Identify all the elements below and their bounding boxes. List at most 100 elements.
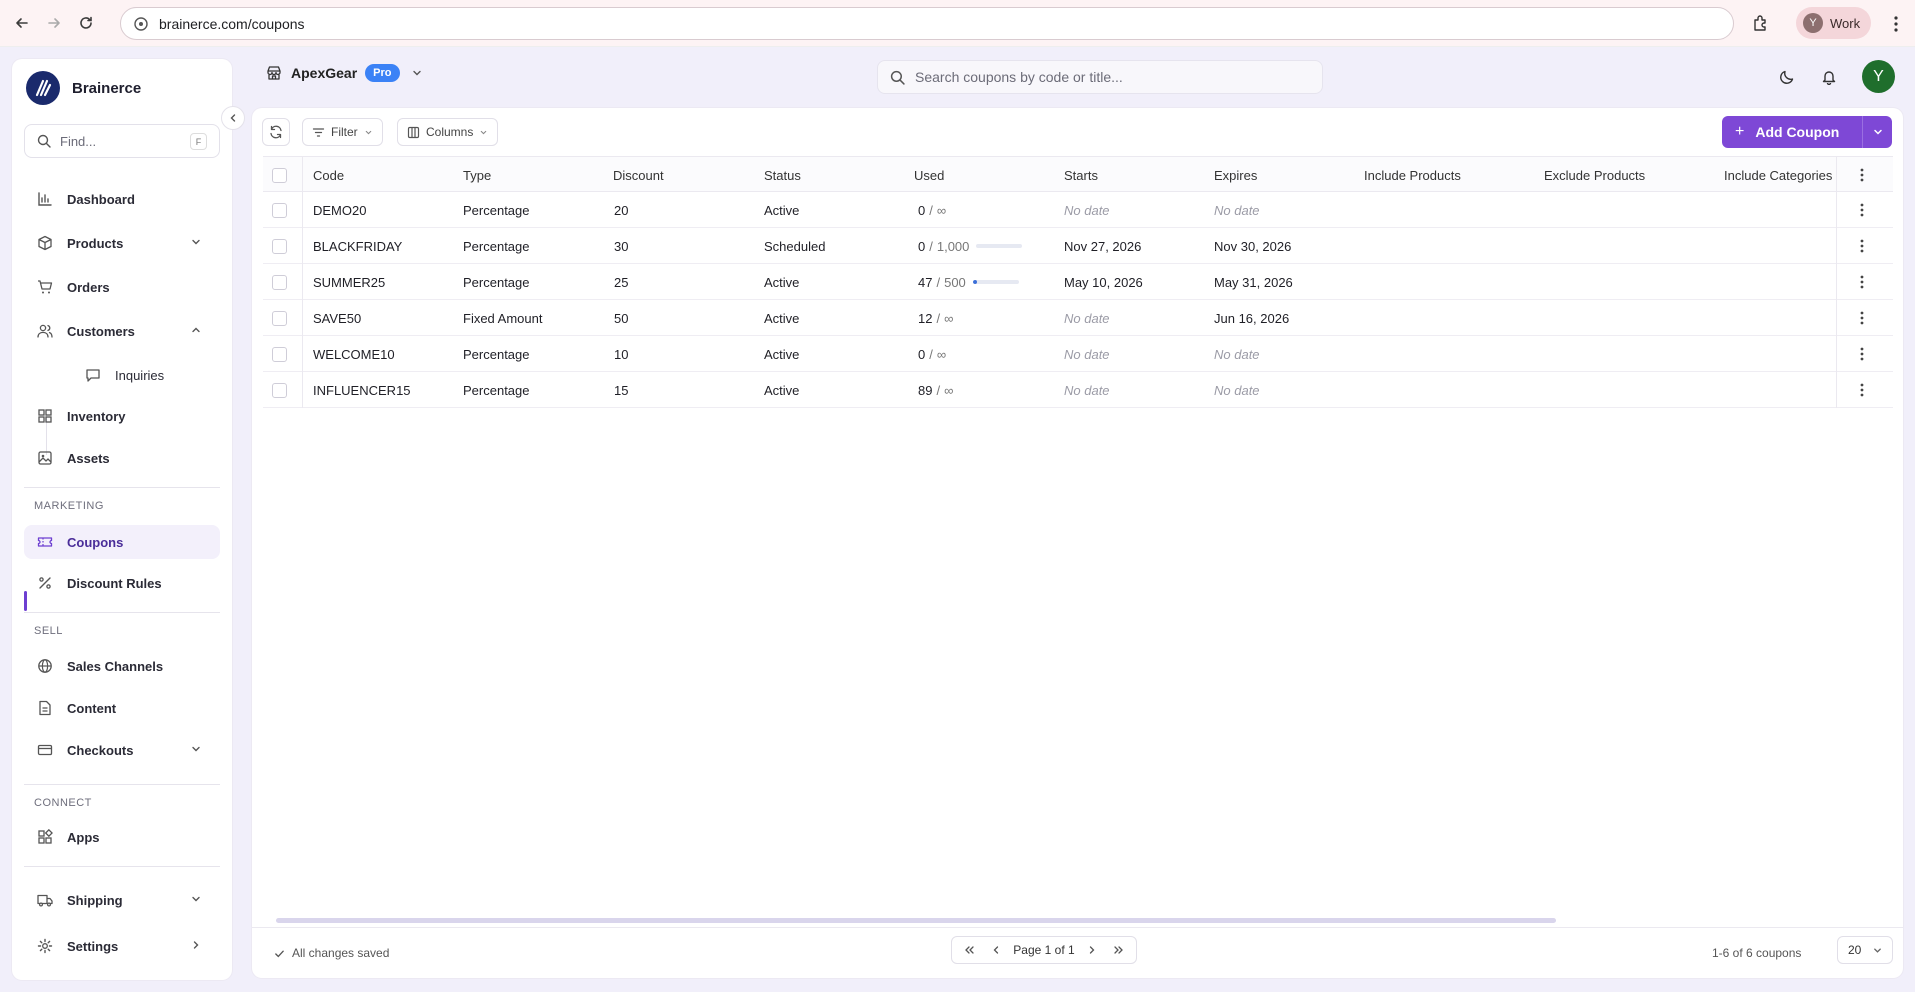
row-actions-button[interactable] <box>1853 345 1871 363</box>
horizontal-scrollbar[interactable] <box>276 918 1556 923</box>
sidebar-item-discount-rules[interactable]: Discount Rules <box>24 566 220 600</box>
sidebar-item-label: Inquiries <box>115 367 165 383</box>
row-actions-button[interactable] <box>1853 201 1871 219</box>
filter-button[interactable]: Filter <box>302 118 383 146</box>
notifications-button[interactable] <box>1817 65 1841 89</box>
table-row[interactable]: INFLUENCER15 Percentage 15 Active 89/∞ No dat… <box>263 372 1893 408</box>
site-info-icon[interactable] <box>133 16 149 32</box>
row-checkbox[interactable] <box>272 347 287 362</box>
result-count: 1-6 of 6 coupons <box>1712 946 1802 960</box>
row-actions-button[interactable] <box>1853 237 1871 255</box>
select-all-checkbox[interactable] <box>272 168 287 183</box>
column-header-used[interactable]: Used <box>914 157 944 193</box>
coupons-table: Code Type Discount Status Used Starts Ex… <box>263 156 1893 408</box>
sidebar-item-shipping[interactable]: Shipping <box>24 883 220 917</box>
column-header-exclude-products[interactable]: Exclude Products <box>1544 157 1645 193</box>
cell-code: WELCOME10 <box>313 346 395 362</box>
used-count: 0 <box>918 238 926 254</box>
usage-limit: ∞ <box>936 202 947 218</box>
more-vertical-icon <box>1860 168 1864 182</box>
next-page-button[interactable] <box>1083 941 1101 959</box>
row-checkbox[interactable] <box>272 311 287 326</box>
more-vertical-icon <box>1860 275 1864 289</box>
table-row[interactable]: SUMMER25 Percentage 25 Active 47/500 May 10, … <box>263 264 1893 300</box>
usage-limit: ∞ <box>944 382 954 398</box>
sidebar-item-orders[interactable]: Orders <box>24 270 220 304</box>
brand[interactable]: Brainerce <box>26 71 141 105</box>
users-icon <box>36 322 54 340</box>
column-header-starts[interactable]: Starts <box>1064 157 1098 193</box>
column-separator <box>1836 336 1837 372</box>
sidebar-item-apps[interactable]: Apps <box>24 820 220 854</box>
row-actions-button[interactable] <box>1853 273 1871 291</box>
search-input[interactable]: Search coupons by code or title... <box>877 60 1323 94</box>
cell-used: 47/500 <box>918 264 1019 300</box>
table-row[interactable]: SAVE50 Fixed Amount 50 Active 12/∞ No date Jun… <box>263 300 1893 336</box>
profile-button[interactable]: Y Work <box>1796 7 1871 39</box>
prev-page-button[interactable] <box>987 941 1005 959</box>
theme-toggle-button[interactable] <box>1775 65 1799 89</box>
chevron-down-icon <box>1874 948 1881 953</box>
puzzle-icon <box>1754 15 1766 31</box>
browser-toolbar: brainerce.com/coupons Y Work <box>0 0 1915 47</box>
row-checkbox[interactable] <box>272 203 287 218</box>
table-body: DEMO20 Percentage 20 Active 0/∞ No date No dat… <box>263 192 1893 408</box>
row-checkbox[interactable] <box>272 239 287 254</box>
table-row[interactable]: WELCOME10 Percentage 10 Active 0/∞ No date No … <box>263 336 1893 372</box>
columns-button[interactable]: Columns <box>397 118 499 146</box>
find-input[interactable]: Find... F <box>24 124 220 158</box>
row-checkbox[interactable] <box>272 383 287 398</box>
sidebar-item-content[interactable]: Content <box>24 691 220 725</box>
row-actions-button[interactable] <box>1853 381 1871 399</box>
sidebar-item-checkouts[interactable]: Checkouts <box>24 733 220 767</box>
chevron-left-icon <box>230 114 236 122</box>
sidebar-item-products[interactable]: Products <box>24 226 220 260</box>
column-header-type[interactable]: Type <box>463 157 491 193</box>
column-header-status[interactable]: Status <box>764 157 801 193</box>
usage-progress-bar <box>972 280 1019 284</box>
sidebar-item-settings[interactable]: Settings <box>24 929 220 963</box>
column-header-include-products[interactable]: Include Products <box>1364 157 1461 193</box>
sidebar-item-coupons[interactable]: Coupons <box>24 525 220 559</box>
sidebar-item-sales-channels[interactable]: Sales Channels <box>24 649 220 683</box>
reload-button[interactable] <box>70 7 102 39</box>
page-size-select[interactable]: 20 <box>1837 936 1893 964</box>
column-header-code[interactable]: Code <box>313 157 344 193</box>
sidebar-item-label: Assets <box>67 450 110 466</box>
sidebar-item-customers[interactable]: Customers <box>24 314 220 348</box>
sidebar-item-dashboard[interactable]: Dashboard <box>24 182 220 216</box>
extensions-button[interactable] <box>1746 8 1776 38</box>
add-coupon-button[interactable]: + Add Coupon <box>1722 116 1862 148</box>
sidebar-item-inquiries[interactable]: Inquiries <box>68 358 218 392</box>
column-header-discount[interactable]: Discount <box>613 157 664 193</box>
section-label-sell: SELL <box>34 625 63 637</box>
sidebar-item-inventory[interactable]: Inventory <box>24 399 220 433</box>
collapse-sidebar-button[interactable] <box>221 106 245 130</box>
url-text[interactable]: brainerce.com/coupons <box>159 16 305 32</box>
forward-button[interactable] <box>38 7 70 39</box>
columns-menu-button[interactable] <box>1853 166 1871 184</box>
table-row[interactable]: BLACKFRIDAY Percentage 30 Scheduled 0/1,000 N… <box>263 228 1893 264</box>
column-header-include-categories[interactable]: Include Categories <box>1724 157 1835 193</box>
user-avatar[interactable]: Y <box>1862 60 1895 93</box>
browser-menu-button[interactable] <box>1884 10 1908 38</box>
reload-icon <box>80 16 92 29</box>
row-actions-button[interactable] <box>1853 309 1871 327</box>
table-row[interactable]: DEMO20 Percentage 20 Active 0/∞ No date No dat… <box>263 192 1893 228</box>
column-separator <box>1836 372 1837 408</box>
chevron-down-icon <box>1873 129 1882 135</box>
address-bar[interactable]: brainerce.com/coupons <box>120 7 1734 40</box>
table-header: Code Type Discount Status Used Starts Ex… <box>263 156 1893 193</box>
sidebar-item-label: Apps <box>67 829 100 845</box>
back-button[interactable] <box>6 7 38 39</box>
row-checkbox[interactable] <box>272 275 287 290</box>
refresh-button[interactable] <box>262 118 290 146</box>
arrow-right-icon <box>48 18 60 28</box>
last-page-button[interactable] <box>1110 941 1128 959</box>
cell-type: Percentage <box>463 202 530 218</box>
first-page-button[interactable] <box>960 941 978 959</box>
store-switcher[interactable]: ApexGear Pro <box>266 64 423 82</box>
column-header-expires[interactable]: Expires <box>1214 157 1257 193</box>
add-coupon-menu-button[interactable] <box>1862 116 1892 148</box>
sidebar-item-assets[interactable]: Assets <box>24 441 220 475</box>
